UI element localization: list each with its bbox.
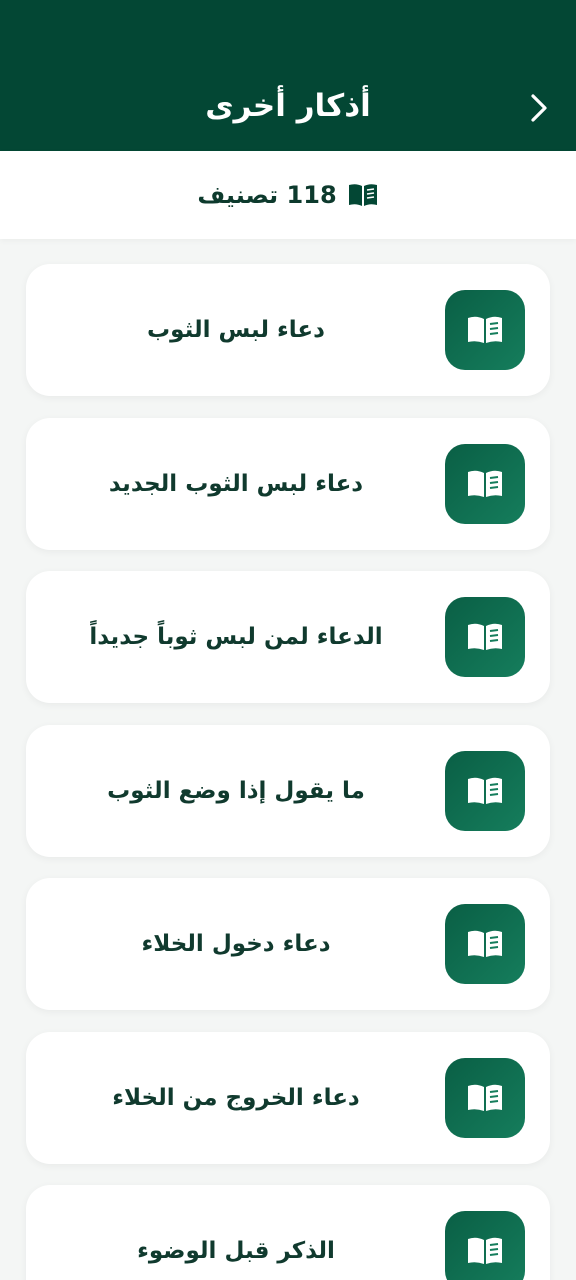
app-screen: أذكار أخرى 118 تصنيف دعاء لبس الثوب دعاء … [0,0,576,1280]
list-item-label: دعاء دخول الخلاء [141,931,331,957]
list-item-icon [445,443,525,524]
book-icon [468,930,502,957]
list-item-label: دعاء لبس الثوب [147,317,325,343]
book-icon [468,316,502,343]
book-icon [468,1084,502,1111]
chevron-right-icon [531,94,547,122]
book-icon [468,777,502,804]
list-item-icon [445,904,525,984]
app-header: أذكار أخرى [0,0,576,151]
list-item-icon [445,597,525,677]
list-item-icon [445,1211,525,1280]
page-title: أذكار أخرى [205,88,371,124]
category-count-label: 118 تصنيف [197,181,337,209]
list-item[interactable]: دعاء لبس الثوب [26,264,550,396]
list-item[interactable]: دعاء الخروج من الخلاء [26,1031,550,1164]
list-item[interactable]: الذكر قبل الوضوء [26,1185,550,1280]
list-item-label: الذكر قبل الوضوء [137,1238,335,1264]
list-item-label: دعاء لبس الثوب الجديد [108,470,364,497]
book-icon [468,623,502,650]
book-icon [468,470,502,497]
list-item[interactable]: دعاء لبس الثوب الجديد [26,417,550,550]
list-item-icon [445,750,525,831]
list-item[interactable]: دعاء دخول الخلاء [26,878,550,1010]
list-item[interactable]: الدعاء لمن لبس ثوباً جديداً [26,571,550,703]
list-item-icon [445,1057,525,1138]
list-item[interactable]: ما يقول إذا وضع الثوب [26,724,550,857]
book-icon [348,184,377,206]
list-item-icon [445,290,525,370]
list-item-label: دعاء الخروج من الخلاء [112,1084,360,1111]
adhkar-list: دعاء لبس الثوب دعاء لبس الثوب الجديد الدعا… [26,264,550,1280]
back-button[interactable] [515,86,563,130]
category-count-bar: 118 تصنيف [0,151,576,239]
category-count: 118 تصنيف [197,181,378,209]
book-icon [468,1237,502,1264]
list-item-label: ما يقول إذا وضع الثوب [107,777,365,804]
list-item-label: الدعاء لمن لبس ثوباً جديداً [89,624,383,650]
